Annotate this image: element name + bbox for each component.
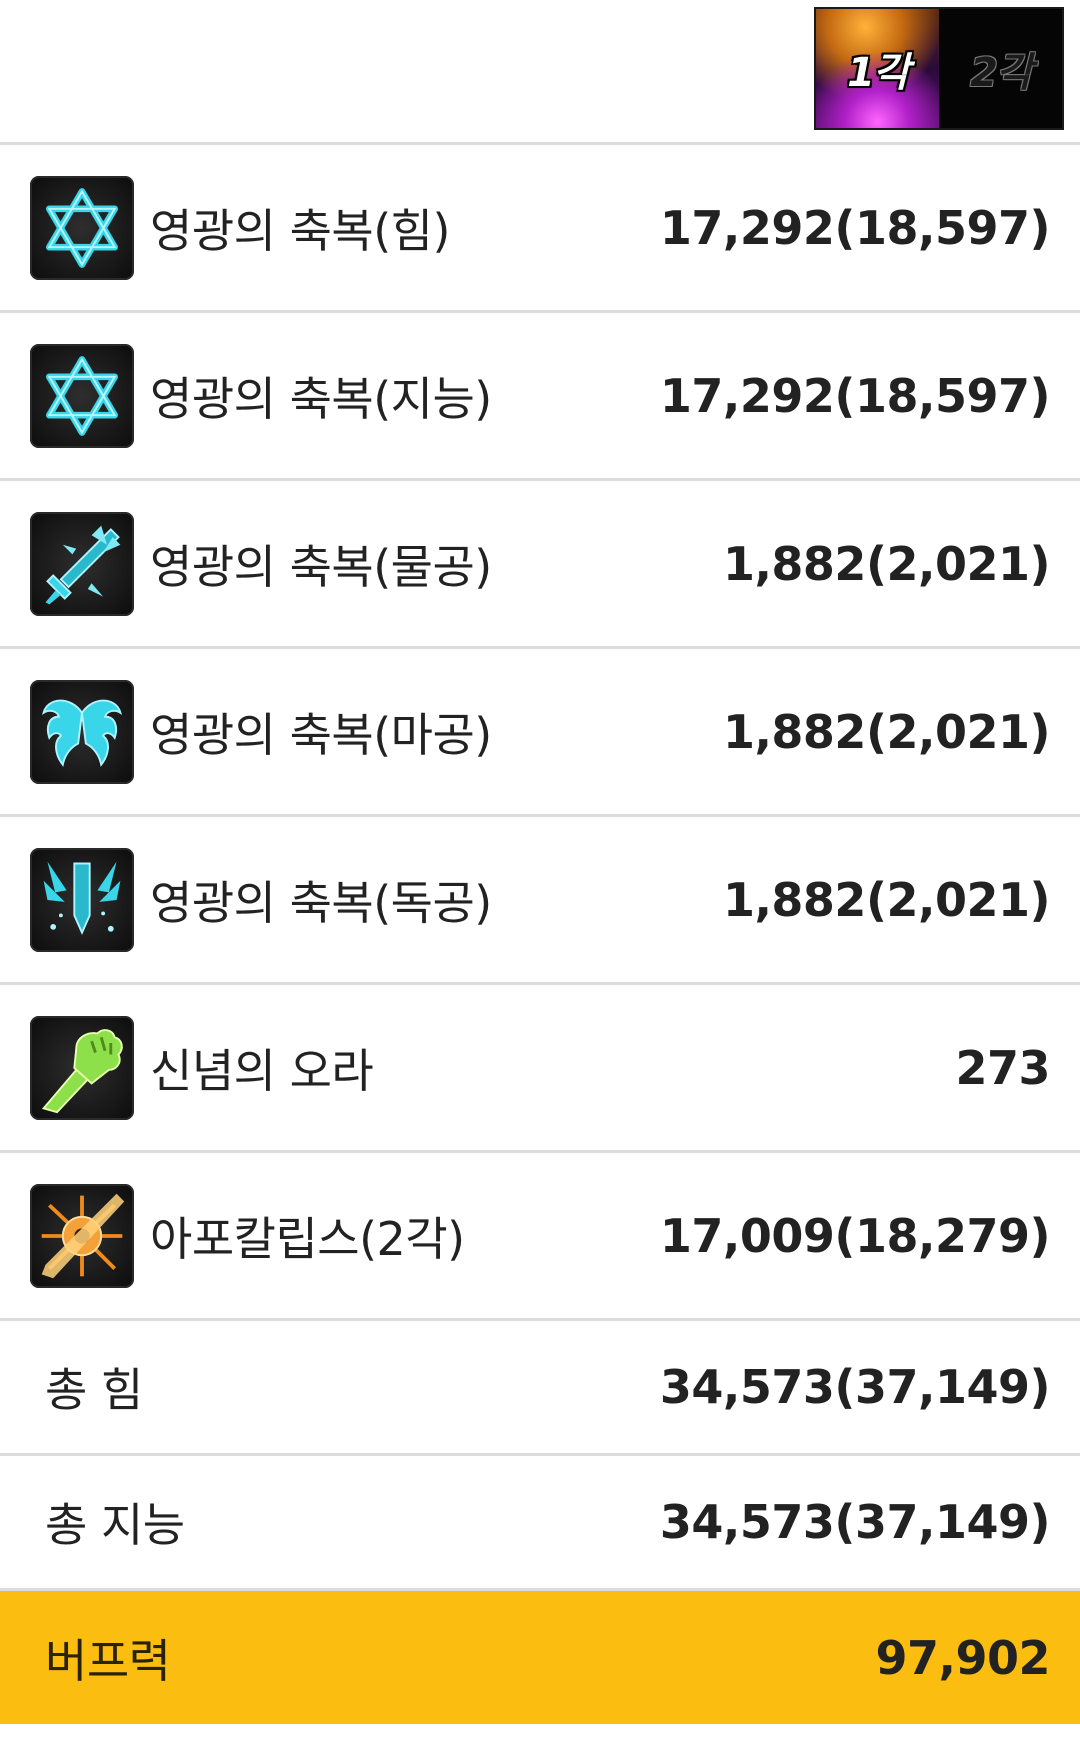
skill-value: 273 [955, 1040, 1050, 1095]
skill-name: 아포칼립스(2각) [150, 1211, 465, 1266]
hexagram-icon [30, 175, 134, 280]
awakening-1-button[interactable]: 1각 [816, 9, 939, 128]
fist-icon [30, 1015, 134, 1120]
skill-name: 영광의 축복(물공) [150, 539, 492, 594]
awakening-2-button[interactable]: 2각 [939, 9, 1062, 128]
total-strength-row: 총 힘 34,573(37,149) [0, 1321, 1080, 1456]
skill-value: 1,882(2,021) [722, 704, 1051, 759]
skill-value: 17,009(18,279) [659, 1208, 1051, 1263]
total-label: 총 힘 [45, 1363, 143, 1417]
skill-row: 영광의 축복(물공) 1,882(2,021) [0, 481, 1080, 649]
buff-power-value: 97,902 [875, 1630, 1050, 1685]
skill-value: 1,882(2,021) [722, 536, 1051, 591]
skill-value: 17,292(18,597) [659, 200, 1051, 255]
skill-name: 영광의 축복(힘) [150, 203, 450, 258]
blade-burst-icon [30, 847, 134, 952]
skill-row: 신념의 오라 273 [0, 985, 1080, 1153]
header-bar: 1각 2각 [0, 0, 1080, 145]
total-intelligence-row: 총 지능 34,573(37,149) [0, 1456, 1080, 1591]
hexagram-icon [30, 343, 134, 448]
buff-power-row: 버프력 97,902 [0, 1591, 1080, 1724]
skill-name: 영광의 축복(독공) [150, 875, 492, 930]
skill-name: 영광의 축복(마공) [150, 707, 492, 762]
skill-name: 신념의 오라 [150, 1043, 374, 1098]
skill-row: 아포칼립스(2각) 17,009(18,279) [0, 1153, 1080, 1321]
total-label: 총 지능 [45, 1498, 185, 1552]
wings-icon [30, 679, 134, 784]
skill-name: 영광의 축복(지능) [150, 371, 492, 426]
skill-row: 영광의 축복(지능) 17,292(18,597) [0, 313, 1080, 481]
skill-row: 영광의 축복(힘) 17,292(18,597) [0, 145, 1080, 313]
buff-list: 영광의 축복(힘) 17,292(18,597) 영광의 축복(지능) 17,2… [0, 145, 1080, 1724]
buff-power-label: 버프력 [45, 1633, 171, 1688]
skill-row: 영광의 축복(독공) 1,882(2,021) [0, 817, 1080, 985]
skill-value: 17,292(18,597) [659, 368, 1051, 423]
total-value: 34,573(37,149) [659, 1495, 1051, 1549]
total-value: 34,573(37,149) [659, 1360, 1051, 1414]
skill-row: 영광의 축복(마공) 1,882(2,021) [0, 649, 1080, 817]
apocalypse-icon [30, 1183, 134, 1288]
skill-value: 1,882(2,021) [722, 872, 1051, 927]
sword-icon [30, 511, 134, 616]
awakening-toggle[interactable]: 1각 2각 [814, 7, 1064, 130]
